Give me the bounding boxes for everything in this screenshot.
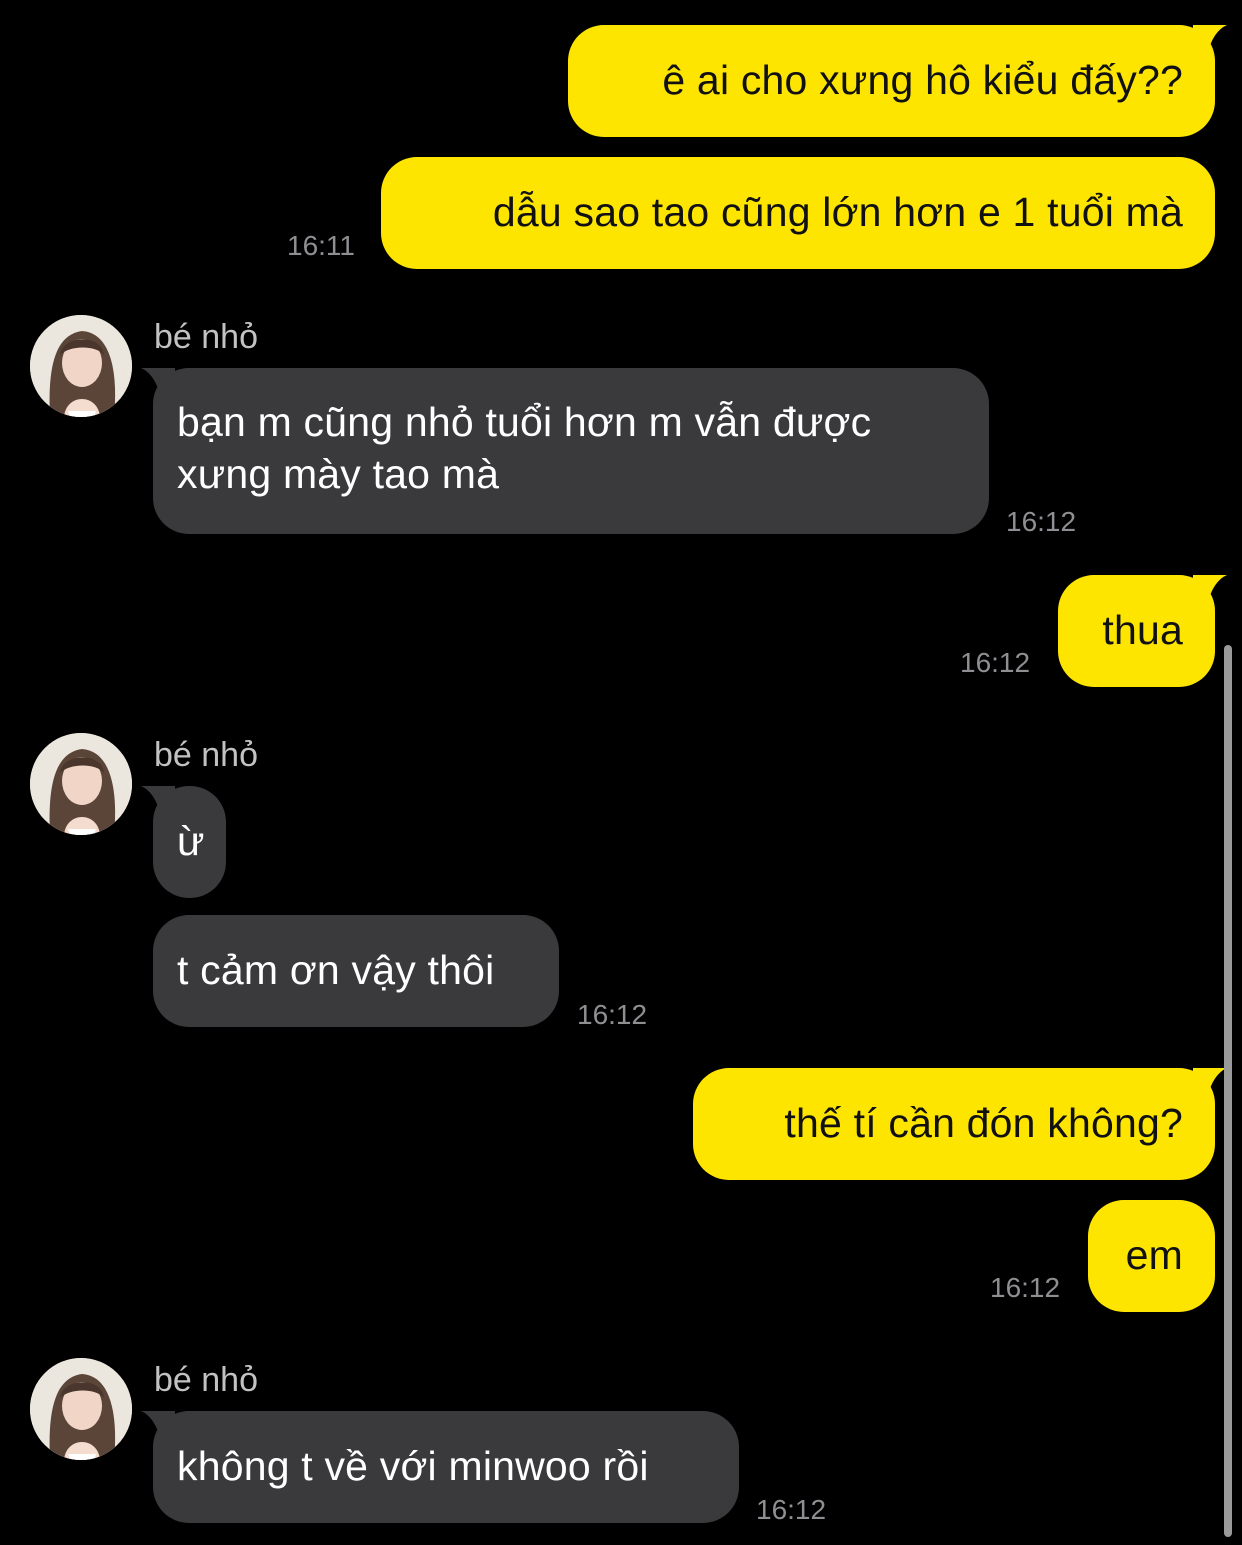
avatar-photo-icon bbox=[30, 733, 132, 835]
message-text: thua bbox=[1102, 607, 1183, 653]
chat-thread[interactable]: ê ai cho xưng hô kiểu đấy?? dẫu sao tao … bbox=[0, 0, 1242, 1545]
message-timestamp: 16:12 bbox=[990, 1272, 1061, 1303]
sender-name: bé nhỏ bbox=[154, 1361, 258, 1399]
message-text: không t về với minwoo rồi bbox=[177, 1443, 649, 1489]
message-text-line: xưng mày tao mà bbox=[177, 451, 500, 497]
bubble-tail-icon bbox=[141, 786, 175, 816]
message-timestamp: 16:12 bbox=[1006, 506, 1077, 537]
bubble-tail-icon bbox=[1193, 1068, 1227, 1098]
message-text-line: bạn m cũng nhỏ tuổi hơn m vẫn được bbox=[177, 399, 872, 445]
message-text: ê ai cho xưng hô kiểu đấy?? bbox=[662, 57, 1183, 103]
incoming-message-bubble[interactable]: bạn m cũng nhỏ tuổi hơn m vẫn được xưng … bbox=[141, 368, 989, 534]
message-text: em bbox=[1125, 1232, 1183, 1278]
contact-avatar[interactable] bbox=[30, 315, 132, 417]
incoming-message-bubble[interactable]: t cảm ơn vậy thôi bbox=[153, 915, 559, 1027]
bubble-tail-icon bbox=[1193, 575, 1227, 605]
scrollbar[interactable] bbox=[1224, 645, 1232, 1537]
message-timestamp: 16:12 bbox=[756, 1494, 827, 1525]
message-timestamp: 16:11 bbox=[287, 230, 355, 261]
incoming-message-bubble[interactable]: ừ bbox=[141, 786, 226, 898]
contact-avatar[interactable] bbox=[30, 733, 132, 835]
bubble-tail-icon bbox=[1193, 25, 1227, 55]
outgoing-message-bubble[interactable]: dẫu sao tao cũng lớn hơn e 1 tuổi mà bbox=[381, 157, 1215, 269]
message-timestamp: 16:12 bbox=[577, 999, 648, 1030]
message-text: dẫu sao tao cũng lớn hơn e 1 tuổi mà bbox=[492, 189, 1183, 235]
message-text: t cảm ơn vậy thôi bbox=[177, 947, 495, 993]
message-timestamp: 16:12 bbox=[960, 647, 1031, 678]
message-text: ừ bbox=[177, 818, 205, 864]
contact-avatar[interactable] bbox=[30, 1358, 132, 1460]
avatar-photo-icon bbox=[30, 315, 132, 417]
bubble-tail-icon bbox=[141, 1411, 175, 1441]
avatar-photo-icon bbox=[30, 1358, 132, 1460]
incoming-message-bubble[interactable]: không t về với minwoo rồi bbox=[141, 1411, 739, 1523]
sender-name: bé nhỏ bbox=[154, 736, 258, 774]
bubble-tail-icon bbox=[141, 368, 175, 398]
message-text: thế tí cần đón không? bbox=[784, 1100, 1183, 1146]
sender-name: bé nhỏ bbox=[154, 318, 258, 356]
outgoing-message-bubble[interactable]: thế tí cần đón không? bbox=[693, 1068, 1227, 1180]
outgoing-message-bubble[interactable]: ê ai cho xưng hô kiểu đấy?? bbox=[568, 25, 1227, 137]
outgoing-message-bubble[interactable]: thua bbox=[1058, 575, 1227, 687]
outgoing-message-bubble[interactable]: em bbox=[1088, 1200, 1215, 1312]
